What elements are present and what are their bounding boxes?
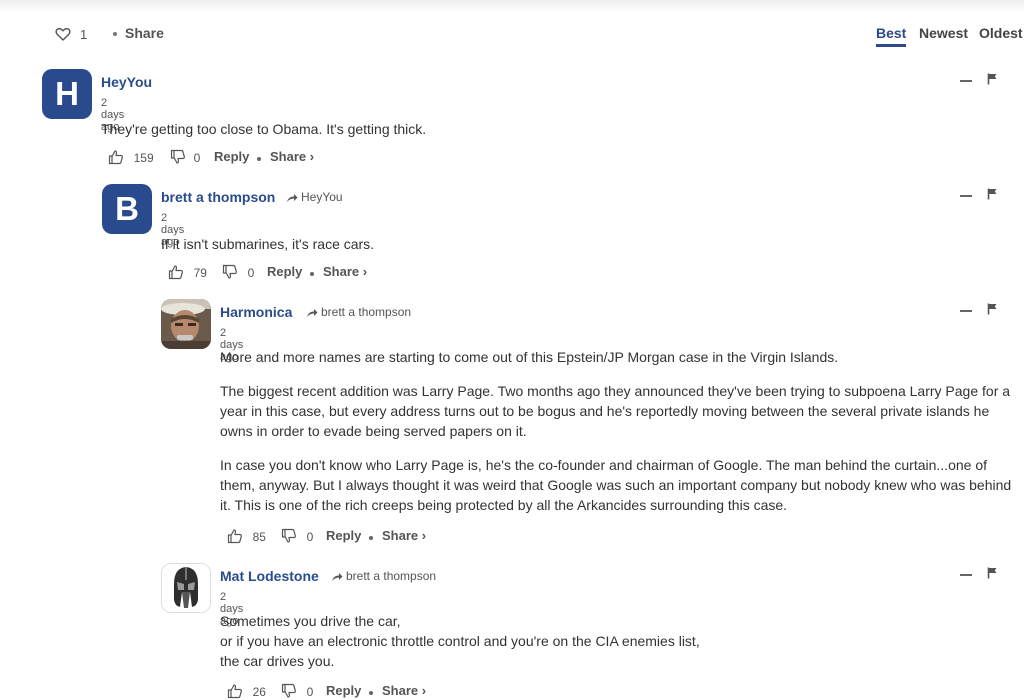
reply-to-name: brett a thompson (321, 305, 412, 319)
upvote-count: 79 (193, 266, 207, 280)
comment-line: Sometimes you drive the car, (220, 613, 401, 629)
upvote-button[interactable]: 79 (168, 264, 207, 280)
reply-to-name: HeyYou (301, 190, 343, 204)
flag-icon[interactable] (987, 188, 998, 200)
upvote-button[interactable]: 85 (227, 528, 266, 544)
share-button[interactable]: Share (125, 25, 164, 41)
downvote-count: 0 (306, 685, 314, 699)
comment-author[interactable]: Mat Lodestone (220, 568, 319, 584)
collapse-minus-icon[interactable] (960, 80, 972, 82)
separator-dot (310, 272, 314, 276)
comment-paragraph: More and more names are starting to come… (220, 349, 839, 365)
upvote-count: 85 (252, 530, 266, 544)
comments-toolbar: 1 Share Best Newest Oldest (0, 0, 1024, 66)
tab-best[interactable]: Best (876, 25, 907, 47)
thumbs-up-icon (227, 684, 242, 699)
tab-newest[interactable]: Newest (919, 25, 968, 41)
comment-author[interactable]: Harmonica (220, 304, 292, 320)
reply-arrow-icon (287, 194, 298, 202)
thumbs-up-icon (168, 265, 183, 280)
reply-button[interactable]: Reply (267, 264, 302, 279)
comment-body: If it isn't submarines, it's race cars. (161, 234, 961, 268)
reply-arrow-icon (307, 309, 318, 317)
downvote-count: 0 (247, 266, 255, 280)
separator-dot (369, 536, 373, 540)
comment-line: the car drives you. (220, 653, 335, 669)
comment-author[interactable]: brett a thompson (161, 189, 275, 205)
thumbs-down-icon (281, 528, 296, 543)
avatar[interactable]: B (102, 184, 152, 234)
downvote-button[interactable]: 0 (281, 528, 313, 544)
collapse-minus-icon[interactable] (960, 310, 972, 312)
downvote-button[interactable]: 0 (170, 149, 200, 165)
share-button[interactable]: Share › (323, 264, 367, 279)
flag-icon[interactable] (987, 73, 998, 85)
downvote-count: 0 (306, 530, 314, 544)
upvote-count: 159 (133, 151, 154, 165)
separator-dot (257, 157, 261, 161)
comment-paragraph: The biggest recent addition was Larry Pa… (220, 383, 1011, 439)
reply-button[interactable]: Reply (326, 528, 361, 543)
upvote-count: 26 (252, 685, 266, 699)
thumbs-down-icon (170, 149, 185, 164)
tab-oldest[interactable]: Oldest (979, 25, 1023, 41)
comment-line: or if you have an electronic throttle co… (220, 633, 700, 649)
flag-icon[interactable] (987, 303, 998, 315)
share-button[interactable]: Share › (382, 683, 426, 698)
collapse-minus-icon[interactable] (960, 195, 972, 197)
upvote-button[interactable]: 26 (227, 683, 266, 699)
heart-icon[interactable] (55, 26, 71, 42)
reply-button[interactable]: Reply (326, 683, 361, 698)
comment-body: More and more names are starting to come… (220, 347, 1020, 529)
thumbs-down-icon (281, 683, 296, 698)
spartan-helmet-icon (162, 564, 210, 612)
user-photo (161, 299, 211, 349)
reply-to-link[interactable]: brett a thompson (331, 569, 436, 583)
upvote-button[interactable]: 159 (108, 149, 154, 165)
thumbs-up-icon (227, 529, 242, 544)
share-button[interactable]: Share › (270, 149, 314, 164)
avatar[interactable] (161, 563, 211, 613)
collapse-minus-icon[interactable] (960, 574, 972, 576)
reply-button[interactable]: Reply (214, 149, 249, 164)
reply-to-link[interactable]: HeyYou (286, 190, 343, 204)
downvote-count: 0 (193, 151, 201, 165)
avatar[interactable]: H (42, 69, 92, 119)
separator-dot (113, 32, 117, 36)
thumbs-up-icon (108, 150, 123, 165)
comment-body: They're getting too close to Obama. It's… (101, 119, 901, 153)
reply-arrow-icon (332, 573, 343, 581)
downvote-button[interactable]: 0 (281, 683, 313, 699)
comment-paragraph: They're getting too close to Obama. It's… (101, 121, 427, 137)
like-count: 1 (80, 27, 88, 42)
comment-body: Sometimes you drive the car, or if you h… (220, 611, 1020, 671)
share-button[interactable]: Share › (382, 528, 426, 543)
comment-paragraph: If it isn't submarines, it's race cars. (161, 236, 375, 252)
separator-dot (369, 691, 373, 695)
reply-to-name: brett a thompson (346, 569, 437, 583)
comment-paragraph: In case you don't know who Larry Page is… (220, 457, 1012, 513)
flag-icon[interactable] (987, 567, 998, 579)
thumbs-down-icon (222, 264, 237, 279)
reply-to-link[interactable]: brett a thompson (306, 305, 411, 319)
comment-author[interactable]: HeyYou (101, 74, 152, 90)
downvote-button[interactable]: 0 (222, 264, 254, 280)
avatar[interactable] (161, 299, 211, 349)
